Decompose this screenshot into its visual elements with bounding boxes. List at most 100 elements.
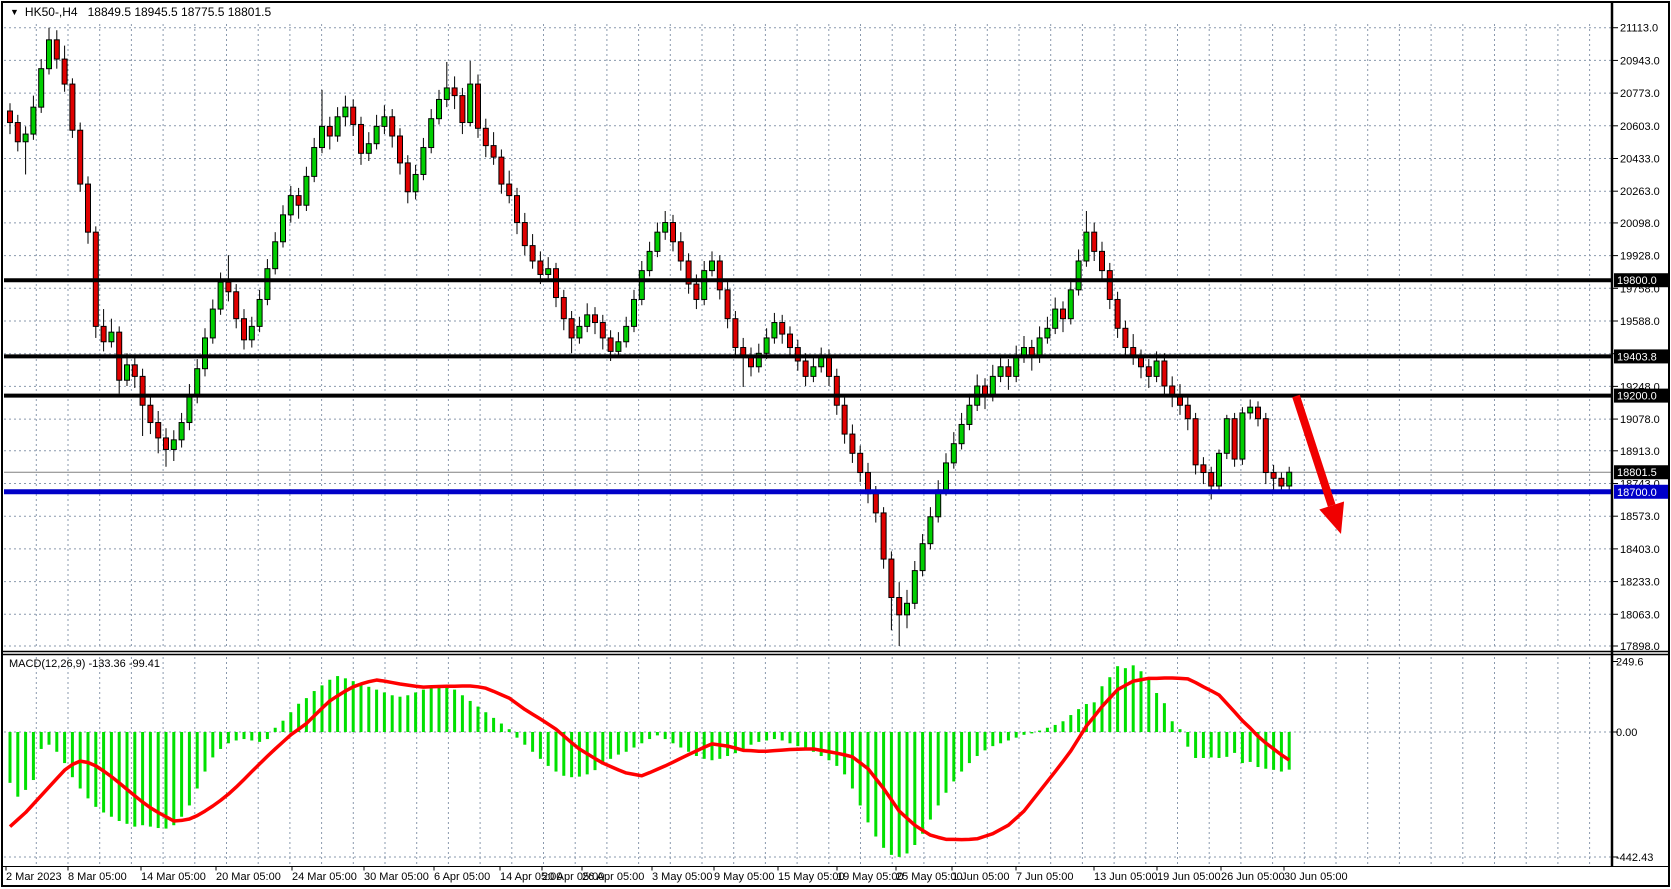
macd-histogram-bar xyxy=(1124,668,1127,732)
bear-candle xyxy=(1185,405,1190,418)
price-tick-label: 18913.0 xyxy=(1620,446,1660,458)
macd-histogram-bar xyxy=(765,732,768,740)
bear-candle xyxy=(678,242,683,261)
macd-histogram-bar xyxy=(1015,732,1018,738)
bear-candle xyxy=(156,423,161,438)
bear-candle xyxy=(351,107,356,124)
date-label: 26 Jun 05:00 xyxy=(1221,871,1285,883)
bull-candle xyxy=(312,148,317,177)
macd-histogram-bar xyxy=(742,732,745,749)
macd-histogram-bar xyxy=(87,732,90,798)
macd-histogram-bar xyxy=(1194,732,1197,758)
bull-candle xyxy=(710,261,715,271)
macd-histogram-bar xyxy=(266,732,269,739)
bear-candle xyxy=(827,357,832,376)
macd-histogram-bar xyxy=(828,732,831,760)
macd-histogram-bar xyxy=(555,732,558,772)
bear-candle xyxy=(499,157,504,184)
macd-histogram-bar xyxy=(250,732,253,740)
bull-candle xyxy=(23,134,28,142)
price-tick-label: 20433.0 xyxy=(1620,153,1660,165)
bear-candle xyxy=(78,130,83,184)
macd-histogram-bar xyxy=(305,698,308,732)
price-label-text: 18700.0 xyxy=(1617,487,1657,499)
macd-histogram-bar xyxy=(913,732,916,845)
macd-histogram-bar xyxy=(453,690,456,732)
macd-histogram-bar xyxy=(1155,693,1158,732)
date-label: 6 Apr 05:00 xyxy=(434,871,490,883)
date-label: 24 Mar 05:00 xyxy=(292,871,357,883)
macd-histogram-bar xyxy=(1023,732,1026,735)
macd-histogram-bar xyxy=(1280,732,1283,772)
bull-candle xyxy=(179,423,184,440)
macd-histogram-bar xyxy=(851,732,854,788)
macd-histogram-bar xyxy=(952,732,955,781)
bear-candle xyxy=(507,184,512,196)
date-label: 26 Apr 05:00 xyxy=(582,871,644,883)
macd-histogram-bar xyxy=(898,732,901,857)
bear-candle xyxy=(834,376,839,405)
bear-candle xyxy=(476,84,481,128)
price-tick-label: 21113.0 xyxy=(1620,23,1658,35)
bear-candle xyxy=(1139,357,1144,367)
bear-candle xyxy=(897,598,902,615)
bull-candle xyxy=(990,376,995,395)
date-label: 19 May 05:00 xyxy=(837,871,904,883)
macd-histogram-bar xyxy=(469,701,472,732)
macd-histogram-bar xyxy=(999,732,1002,743)
bear-candle xyxy=(530,246,535,261)
macd-histogram-bar xyxy=(126,732,129,824)
macd-histogram-bar xyxy=(391,695,394,732)
date-label: 30 Mar 05:00 xyxy=(364,871,429,883)
bear-candle xyxy=(803,361,808,376)
bull-candle xyxy=(944,463,949,490)
bear-candle xyxy=(101,326,106,341)
bear-candle xyxy=(733,319,738,348)
macd-histogram-bar xyxy=(344,678,347,732)
symbol-dropdown-icon[interactable]: ▼ xyxy=(10,7,19,17)
bull-candle xyxy=(1084,232,1089,261)
bear-candle xyxy=(1209,473,1214,486)
macd-histogram-bar xyxy=(500,724,503,732)
macd-histogram-bar xyxy=(336,676,339,732)
macd-histogram-bar xyxy=(570,732,573,777)
macd-histogram-bar xyxy=(243,732,246,739)
bull-candle xyxy=(437,99,442,118)
price-tick-label: 18233.0 xyxy=(1620,577,1660,589)
macd-histogram-bar xyxy=(1147,677,1150,732)
macd-histogram-bar xyxy=(648,732,651,739)
bull-candle xyxy=(632,299,637,326)
chart-canvas[interactable]: 21113.020943.020773.020603.020433.020263… xyxy=(0,0,1671,889)
date-label: 9 May 05:00 xyxy=(714,871,775,883)
macd-histogram-bar xyxy=(492,718,495,732)
macd-histogram-bar xyxy=(204,732,207,772)
macd-histogram-bar xyxy=(118,732,121,821)
bull-candle xyxy=(187,396,192,423)
bull-candle xyxy=(1014,357,1019,376)
bear-candle xyxy=(359,124,364,153)
macd-histogram-bar xyxy=(1030,732,1033,733)
macd-histogram-bar xyxy=(1062,721,1065,732)
bear-candle xyxy=(1271,473,1276,479)
bull-candle xyxy=(281,215,286,242)
bear-candle xyxy=(234,292,239,319)
macd-histogram-bar xyxy=(640,732,643,743)
bear-candle xyxy=(132,365,137,377)
macd-histogram-bar xyxy=(422,690,425,732)
macd-histogram-bar xyxy=(1132,665,1135,732)
bear-candle xyxy=(327,126,332,136)
bull-candle xyxy=(382,117,387,127)
bull-candle xyxy=(335,117,340,136)
macd-histogram-bar xyxy=(906,732,909,853)
macd-histogram-bar xyxy=(375,690,378,732)
bear-candle xyxy=(1263,419,1268,473)
bear-candle xyxy=(608,338,613,351)
date-label: 2 Mar 2023 xyxy=(6,871,62,883)
bull-candle xyxy=(1053,309,1058,328)
macd-histogram-bar xyxy=(625,732,628,752)
bear-candle xyxy=(491,146,496,158)
macd-histogram-bar xyxy=(360,684,363,732)
bull-candle xyxy=(210,309,215,338)
bull-candle xyxy=(912,571,917,604)
macd-histogram-bar xyxy=(679,732,682,748)
